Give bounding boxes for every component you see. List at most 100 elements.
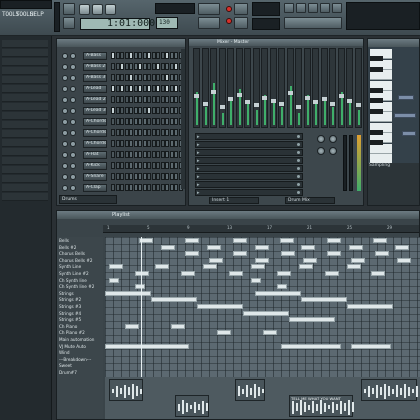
pattern-block[interactable] [207,244,221,250]
step-button[interactable] [160,96,165,103]
step-button[interactable] [169,140,174,147]
fx-slot-enable-led[interactable] [297,143,300,146]
channel-fader[interactable] [347,99,352,103]
step-button[interactable] [156,107,160,114]
pattern-block[interactable] [303,257,317,263]
piano-key-white[interactable] [370,143,392,154]
fx-slot[interactable]: ▸ [195,173,303,180]
step-button[interactable] [124,173,129,180]
browser-item[interactable] [2,193,48,201]
step-button[interactable] [156,162,160,169]
pattern-block[interactable] [395,244,409,250]
step-button[interactable] [133,85,138,92]
velocity-lane[interactable]: Sampling [368,163,419,205]
channel-pan-knob[interactable] [62,119,68,125]
step-button[interactable] [142,52,147,59]
browser-item[interactable] [2,184,48,192]
step-button[interactable] [129,118,133,125]
fx-slot[interactable]: ▸ [195,189,303,196]
step-button[interactable] [124,129,129,136]
pattern-block[interactable] [161,244,175,250]
mixer-channel-strip[interactable] [286,48,294,128]
pattern-block[interactable] [397,257,411,263]
piano-key-white[interactable] [370,112,392,122]
note-block[interactable] [398,95,414,100]
step-button[interactable] [151,129,156,136]
channel-pan-knob[interactable] [62,163,68,169]
step-button[interactable] [142,184,147,191]
step-button[interactable] [111,129,115,136]
step-edit-button[interactable] [234,3,248,15]
step-button[interactable] [156,85,160,92]
step-button[interactable] [156,184,160,191]
pattern-song-toggle[interactable] [63,3,75,15]
browser-item[interactable] [2,103,48,111]
pattern-block[interactable] [351,343,391,349]
step-button[interactable] [115,118,120,125]
pattern-block[interactable] [125,323,139,329]
step-button[interactable] [156,118,160,125]
pattern-block[interactable] [151,297,197,303]
step-button[interactable] [111,96,115,103]
step-button[interactable] [174,162,178,169]
channel-volume-knob[interactable] [70,75,76,81]
record-button[interactable] [105,4,116,15]
fx-slot[interactable]: ▸ [195,165,303,172]
step-button[interactable] [169,85,174,92]
browser-item[interactable] [2,94,48,102]
step-button[interactable] [174,63,178,70]
channel-button[interactable]: A-Lead [83,85,107,93]
mixer-channel-strip[interactable] [244,48,251,128]
step-button[interactable] [160,151,165,158]
pattern-block[interactable] [181,271,195,276]
channel-button[interactable]: A-Chords 3 [83,140,107,148]
step-button[interactable] [124,85,129,92]
channel-fader[interactable] [253,103,259,107]
step-button[interactable] [124,52,129,59]
audio-clip[interactable] [361,379,418,401]
step-button[interactable] [160,107,165,114]
step-button[interactable] [169,107,174,114]
browser-item[interactable] [2,166,48,174]
step-button[interactable] [151,74,156,81]
fx-preset-selector[interactable]: Drum Mix [285,197,335,204]
step-button[interactable] [124,140,129,147]
pattern-block[interactable] [347,264,361,270]
pattern-block[interactable] [327,238,341,243]
step-button[interactable] [138,129,142,136]
channel-button[interactable]: A-Snare [83,173,107,181]
pattern-block[interactable] [277,271,291,276]
note-block[interactable] [402,131,416,136]
audio-clip-lane[interactable]: TELL ME WHAT YOU WANT [105,377,420,419]
step-button[interactable] [115,74,120,81]
step-button[interactable] [169,184,174,191]
stepseq-scrollbar[interactable] [181,49,185,189]
pattern-block[interactable] [243,310,289,316]
channel-volume-knob[interactable] [70,185,76,191]
step-button[interactable] [115,52,120,59]
step-button[interactable] [120,140,124,147]
step-button[interactable] [120,173,124,180]
step-button[interactable] [151,85,156,92]
piano-key-white[interactable] [370,70,392,80]
pattern-block[interactable] [217,330,231,336]
step-button[interactable] [111,107,115,114]
step-button[interactable] [133,173,138,180]
pattern-block[interactable] [351,257,365,263]
channel-button[interactable]: A-Hat [83,151,107,159]
piano-key-black[interactable] [370,98,383,103]
mixer-channel-strip[interactable] [252,48,260,128]
step-button[interactable] [147,118,151,125]
step-button[interactable] [160,52,165,59]
playhead[interactable] [141,237,142,377]
step-button[interactable] [138,85,142,92]
step-button[interactable] [142,107,147,114]
step-button[interactable] [142,173,147,180]
step-button[interactable] [120,129,124,136]
step-button[interactable] [120,96,124,103]
step-button[interactable] [142,118,147,125]
mixer-channel-strip[interactable] [193,48,200,128]
channel-pan-knob[interactable] [62,108,68,114]
mixer-channel-strip[interactable] [201,48,209,128]
channel-button[interactable]: A-Bass [83,52,107,60]
